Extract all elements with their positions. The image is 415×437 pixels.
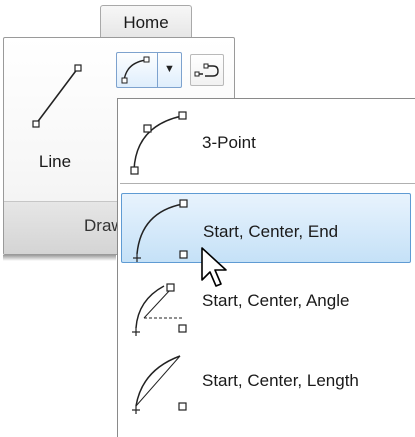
arc-button[interactable] bbox=[117, 53, 157, 87]
menu-item-start-center-end[interactable]: Start, Center, End bbox=[121, 193, 411, 263]
menu-item-start-center-length[interactable]: Start, Center, Length bbox=[118, 345, 415, 415]
polyline-button[interactable] bbox=[190, 54, 224, 86]
line-button[interactable]: Line bbox=[14, 56, 96, 182]
menu-item-label: Start, Center, Length bbox=[202, 371, 359, 390]
arc-dropdown-menu: 3-Point Start, Center, End Start, Center… bbox=[117, 98, 415, 437]
menu-item-3-point[interactable]: 3-Point bbox=[118, 105, 415, 175]
menu-item-start-center-angle[interactable]: Start, Center, Angle bbox=[118, 267, 415, 337]
arc-start-center-length-icon bbox=[132, 355, 187, 414]
menu-item-label: 3-Point bbox=[202, 133, 256, 152]
line-icon bbox=[32, 64, 82, 128]
arc-start-center-end-icon bbox=[133, 199, 188, 262]
tab-home-label: Home bbox=[123, 13, 169, 32]
arc-3point-icon bbox=[130, 111, 187, 175]
menu-item-label: Start, Center, End bbox=[203, 222, 339, 241]
arc-dropdown-button[interactable]: ▼ bbox=[157, 53, 182, 87]
chevron-down-icon: ▼ bbox=[164, 63, 175, 75]
polyline-icon bbox=[194, 63, 219, 77]
panel-shadow bbox=[3, 255, 116, 261]
tab-home[interactable]: Home bbox=[100, 5, 192, 38]
menu-separator bbox=[120, 183, 415, 184]
menu-item-label: Start, Center, Angle bbox=[202, 291, 350, 310]
mouse-pointer-icon bbox=[201, 247, 227, 287]
arc-icon bbox=[121, 56, 150, 84]
line-button-label: Line bbox=[38, 152, 72, 171]
arc-start-center-angle-icon bbox=[132, 283, 187, 336]
arc-split-button[interactable]: ▼ bbox=[116, 52, 182, 88]
